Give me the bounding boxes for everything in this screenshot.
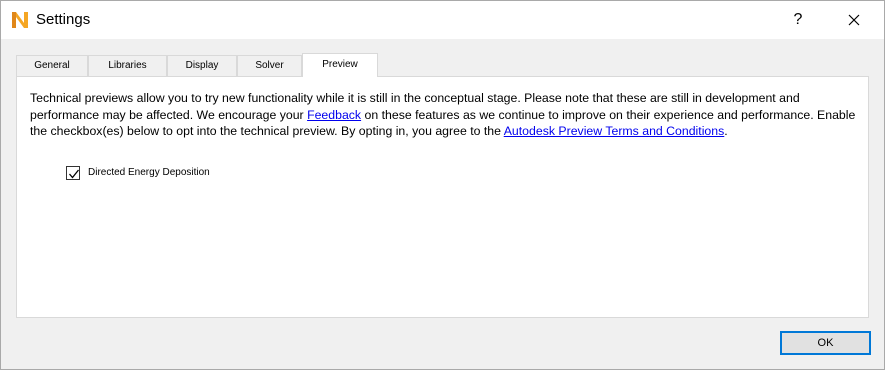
- terms-link[interactable]: Autodesk Preview Terms and Conditions: [504, 124, 725, 138]
- tab-general[interactable]: General: [16, 55, 88, 76]
- preview-panel: Technical previews allow you to try new …: [16, 76, 869, 318]
- checkmark-icon: [69, 169, 80, 179]
- preview-description: Technical previews allow you to try new …: [30, 90, 860, 140]
- app-logo-icon: [11, 10, 29, 30]
- directed-energy-deposition-checkbox[interactable]: [66, 166, 80, 180]
- tab-libraries[interactable]: Libraries: [88, 55, 167, 76]
- title-bar: Settings ?: [1, 1, 884, 39]
- tab-solver[interactable]: Solver: [237, 55, 302, 76]
- tab-preview[interactable]: Preview: [302, 53, 378, 77]
- feedback-link[interactable]: Feedback: [307, 108, 361, 122]
- directed-energy-deposition-label[interactable]: Directed Energy Deposition: [88, 166, 210, 180]
- tab-bar: General Libraries Display Solver Preview: [16, 53, 869, 77]
- description-text-3: .: [724, 124, 728, 138]
- tab-display[interactable]: Display: [167, 55, 237, 76]
- close-icon: [848, 14, 860, 26]
- close-button[interactable]: [837, 5, 871, 35]
- settings-dialog: Settings ? General Libraries Display Sol…: [0, 0, 885, 370]
- ok-button[interactable]: OK: [780, 331, 871, 355]
- window-title: Settings: [36, 11, 91, 28]
- help-button[interactable]: ?: [781, 5, 815, 35]
